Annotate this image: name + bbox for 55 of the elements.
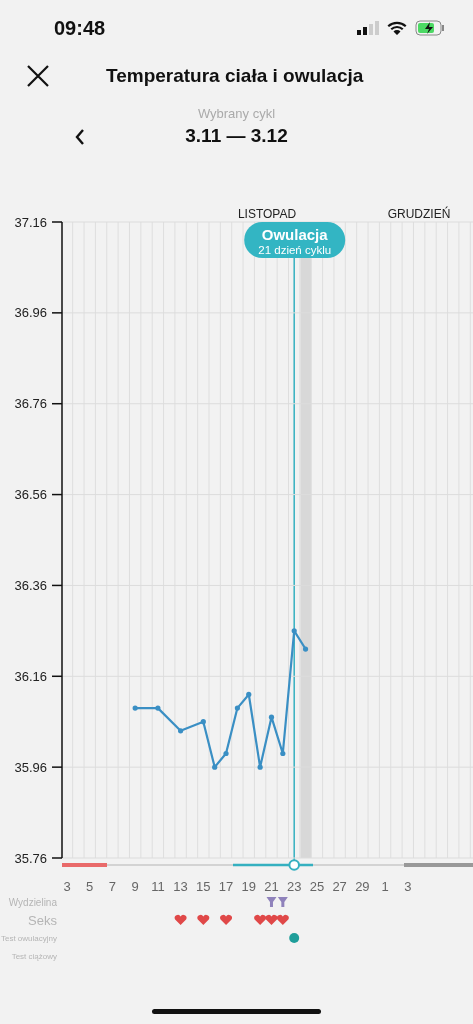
x-tick-label: 29	[355, 879, 370, 894]
y-tick-label: 35.96	[14, 759, 47, 775]
battery-icon	[415, 20, 445, 36]
temperature-point	[302, 646, 309, 652]
x-tick-label: 21	[264, 879, 279, 894]
x-tick-label: 3	[404, 879, 412, 894]
y-tick-label: 35.76	[14, 850, 47, 866]
ovulation-day-marker	[288, 859, 300, 871]
temperature-point	[212, 764, 218, 770]
status-time: 09:48	[54, 16, 106, 40]
y-tick-label: 36.96	[14, 305, 47, 321]
y-tick-label: 36.16	[14, 668, 47, 684]
y-tick-label: 36.36	[14, 577, 47, 593]
x-tick-label: 17	[218, 879, 234, 894]
x-tick-label: 23	[286, 879, 302, 894]
x-tick-label: 9	[131, 879, 139, 894]
cycle-label: Wybrany cykl	[197, 106, 276, 121]
temperature-point	[200, 719, 206, 725]
y-tick-label: 36.76	[14, 396, 47, 412]
ovulation-subtitle: 21 dzień cyklu	[258, 244, 332, 256]
x-tick-label: 1	[381, 879, 389, 894]
y-tick-label: 37.16	[14, 214, 47, 230]
screen-title: Temperatura ciała i owulacja	[106, 65, 364, 87]
back-icon[interactable]	[74, 128, 86, 146]
event-row-label: Wydzielina	[8, 896, 57, 908]
temperature-point	[234, 705, 240, 711]
temperature-point	[178, 728, 184, 734]
x-tick-label: 3	[63, 879, 71, 894]
temperature-point	[132, 705, 138, 711]
close-icon[interactable]	[26, 64, 50, 88]
temperature-point	[257, 764, 263, 770]
x-tick-label: 11	[151, 879, 165, 894]
signal-icon	[357, 21, 379, 35]
month-label: LISTOPAD	[237, 207, 297, 221]
next-period-bar	[404, 863, 473, 867]
cycle-range: 3.11 — 3.12	[185, 125, 288, 147]
x-tick-label: 25	[309, 879, 325, 894]
x-tick-label: 13	[173, 879, 188, 894]
ovulation-title: Owulacja	[261, 226, 328, 243]
wifi-icon	[387, 20, 407, 36]
temperature-point	[223, 750, 229, 757]
temperature-point	[291, 628, 297, 634]
temperature-point	[268, 714, 275, 720]
temperature-point	[280, 750, 286, 757]
month-label: GRUDZIEŃ	[387, 207, 451, 221]
x-tick-label: 5	[86, 879, 94, 894]
event-row-label: Seks	[28, 912, 57, 928]
x-tick-label: 15	[196, 879, 211, 894]
x-tick-label: 7	[108, 879, 117, 894]
temperature-point	[155, 705, 161, 711]
x-tick-label: 19	[241, 879, 256, 894]
y-tick-label: 36.56	[14, 487, 47, 503]
x-tick-label: 27	[332, 879, 347, 894]
temperature-point	[246, 691, 252, 698]
period-bar	[62, 863, 107, 867]
